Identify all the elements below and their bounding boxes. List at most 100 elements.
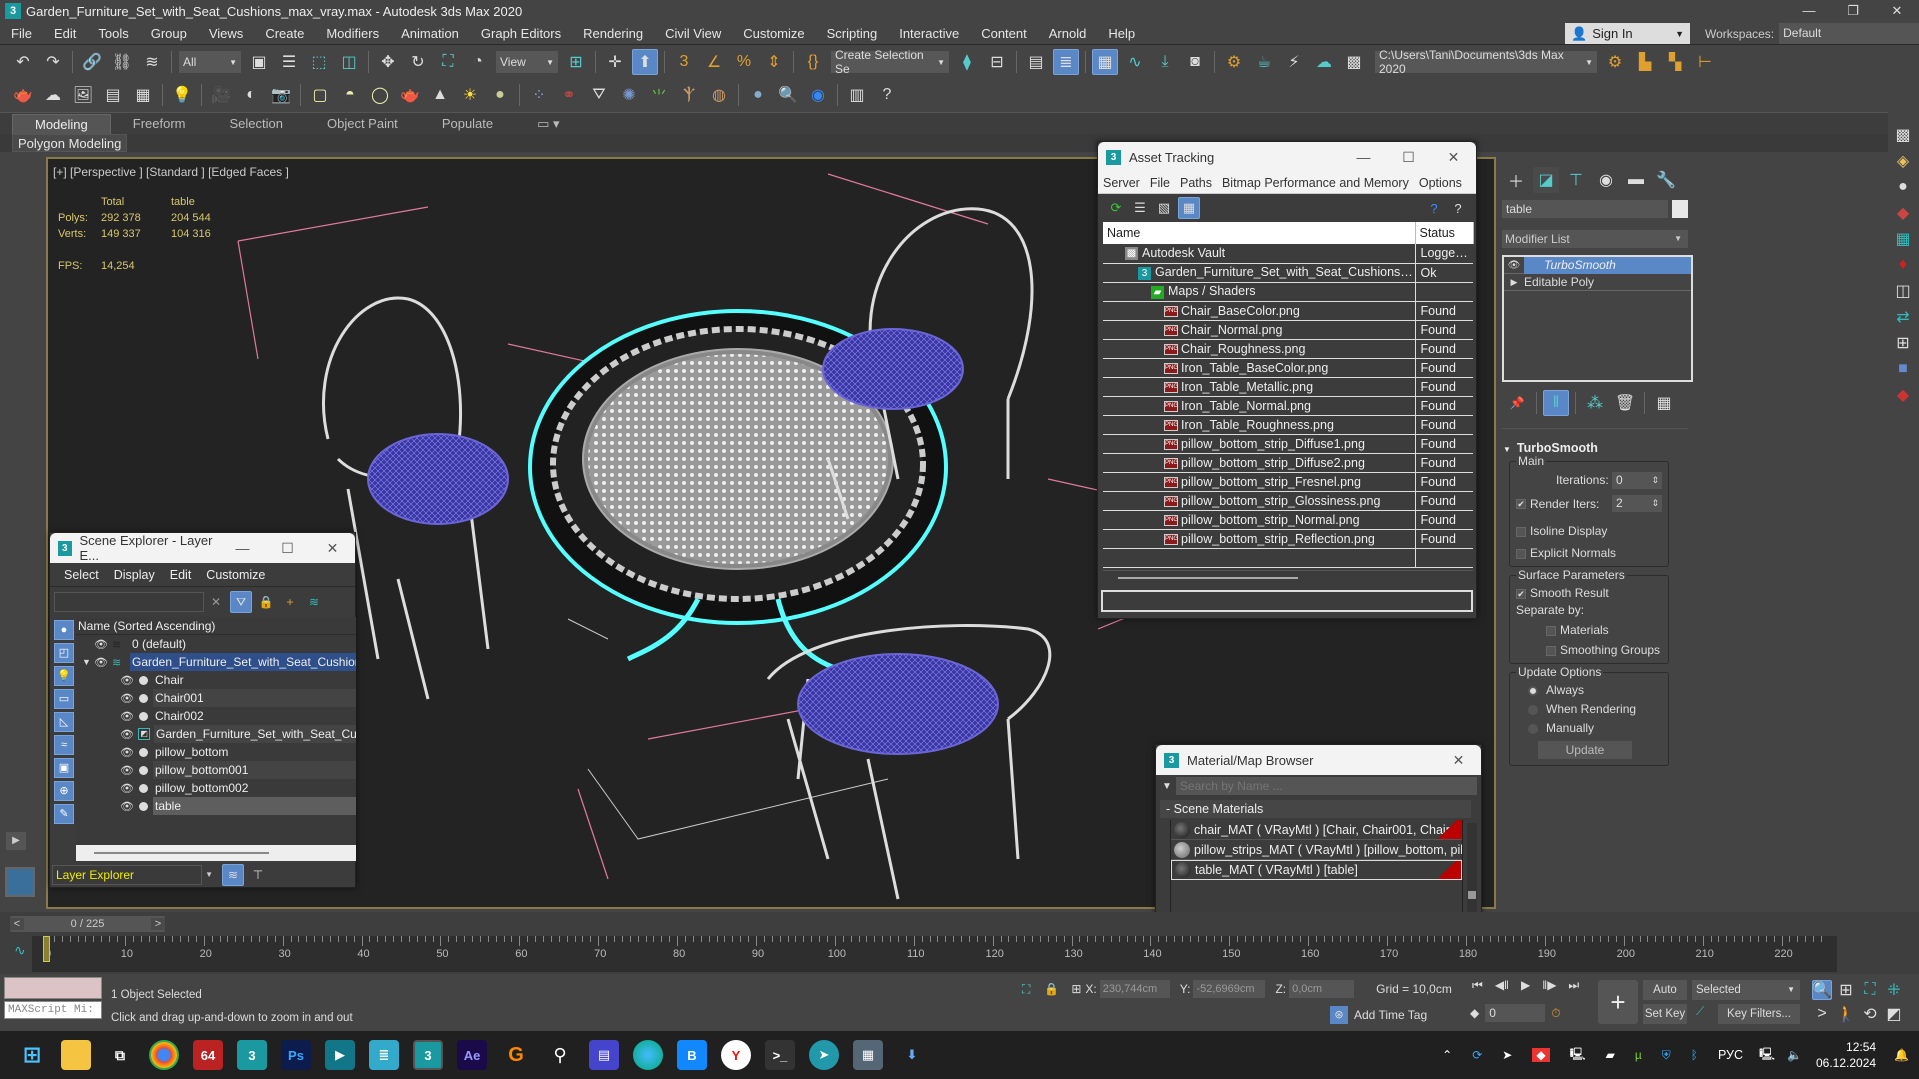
modifier-list-dropdown[interactable]: Modifier List ▼ [1502, 230, 1688, 248]
fur-icon[interactable]: ✺ [616, 82, 642, 108]
select-object-icon[interactable]: ▣ [246, 49, 272, 75]
scene-hscrollbar[interactable] [76, 845, 356, 861]
project-folder-icon[interactable]: ▙ [1632, 49, 1658, 75]
snaps-toggle-icon[interactable]: 3 [671, 49, 697, 75]
scene-tree-row[interactable]: 👁 pillow_bottom002 [76, 779, 356, 797]
rectangular-selection-icon[interactable]: ⬚ [306, 49, 332, 75]
blue-cube-icon[interactable]: ■ [1890, 356, 1916, 382]
asset-row[interactable]: PNG Iron_Table_Metallic.png Found [1103, 377, 1473, 397]
toggle-scene-explorer-icon[interactable]: ▤ [1023, 49, 1049, 75]
column-header-name[interactable]: Name [1103, 222, 1416, 244]
render-iters-spinner[interactable]: 2 [1612, 495, 1662, 512]
render-panel-icon[interactable]: ▤ [100, 82, 126, 108]
project-tree-icon[interactable]: ⊢ [1692, 49, 1718, 75]
visibility-eye-icon[interactable]: 👁 [120, 764, 134, 777]
curve-editor-icon[interactable]: ∿ [1122, 49, 1148, 75]
render-elements-icon[interactable]: ◆ [1890, 200, 1916, 226]
cloud-icon[interactable]: ☁ [40, 82, 66, 108]
viewport-layout-button[interactable] [5, 867, 35, 897]
start-icon[interactable]: ⊞ [17, 1040, 47, 1070]
remove-modifier-icon[interactable]: 🗑 [1612, 390, 1638, 416]
menu-tools[interactable]: Tools [87, 26, 139, 41]
isoline-display-checkbox[interactable] [1516, 526, 1526, 537]
proxy-icon[interactable]: ⁘ [526, 82, 552, 108]
create-tab-icon[interactable]: ＋ [1503, 167, 1529, 193]
plane-icon[interactable]: ⛛ [586, 82, 612, 108]
minimize-button[interactable]: — [1341, 149, 1386, 166]
material-search-input[interactable] [1175, 777, 1477, 795]
scene-menu-display[interactable]: Display [108, 568, 164, 582]
scene-tree-row[interactable]: 👁 Chair [76, 671, 356, 689]
mesh-light-icon[interactable]: ◯ [367, 82, 393, 108]
render-table-icon[interactable]: ▦ [130, 82, 156, 108]
file-explorer-icon[interactable] [61, 1040, 91, 1070]
zoom-extents-all-icon[interactable]: ⁜ [1884, 980, 1904, 1000]
asset-menu-bitmap[interactable]: Bitmap Performance and Memory [1217, 176, 1414, 190]
redo-icon[interactable]: ↷ [40, 49, 66, 75]
menu-civil-view[interactable]: Civil View [654, 26, 732, 41]
visibility-eye-icon[interactable]: 👁 [120, 728, 134, 741]
visibility-eye-icon[interactable]: 👁 [94, 638, 108, 651]
asset-row[interactable]: PNG pillow_bottom_strip_Reflection.png Fou… [1103, 529, 1473, 549]
3ds-max-active-icon[interactable]: 3 [413, 1040, 443, 1070]
ambient-light-icon[interactable]: ● [487, 82, 513, 108]
asset-row[interactable]: PNG Iron_Table_BaseColor.png Found [1103, 358, 1473, 378]
display-icon[interactable]: ▰ [1606, 1048, 1615, 1062]
toggle-layer-explorer-icon[interactable]: ≣ [1053, 49, 1079, 75]
3ds-max-alt-icon[interactable]: ▶ [325, 1040, 355, 1070]
go-to-end-icon[interactable]: ⏭ [1568, 978, 1579, 993]
asset-menu-paths[interactable]: Paths [1175, 176, 1217, 190]
yandex-icon[interactable]: Y [721, 1040, 751, 1070]
scene-menu-select[interactable]: Select [58, 568, 108, 582]
stack-item-editable-poly[interactable]: ▶ Editable Poly [1504, 274, 1691, 291]
rollout-header[interactable]: ▼ TurboSmooth [1503, 441, 1679, 455]
maximize-button[interactable]: ☐ [1386, 149, 1431, 166]
defender-warning-icon[interactable]: ⛨ [1662, 1048, 1671, 1063]
asset-row[interactable]: PNG pillow_bottom_strip_Normal.png Found [1103, 510, 1473, 530]
molecule-icon[interactable]: ⚭ [556, 82, 582, 108]
prev-frame-button[interactable]: < [10, 918, 24, 930]
asset-row[interactable]: PNG Chair_BaseColor.png Found [1103, 301, 1473, 321]
maxscript-listener[interactable] [4, 977, 102, 999]
gem-icon[interactable]: ♦ [1890, 252, 1916, 278]
iterations-spinner[interactable]: 0 [1612, 472, 1662, 489]
named-selection-dropdown[interactable]: Create Selection Se ▼ [831, 48, 949, 76]
plane-light-icon[interactable]: ▢ [307, 82, 333, 108]
checker-map-icon[interactable]: ▩ [1890, 122, 1916, 148]
3ds-max-icon[interactable]: 3 [237, 1040, 267, 1070]
current-frame-field[interactable]: 0 [1485, 1004, 1546, 1022]
visibility-eye-icon[interactable]: 👁 [120, 674, 134, 687]
render-viewport-icon[interactable]: ▩ [1341, 49, 1367, 75]
menu-customize[interactable]: Customize [732, 26, 815, 41]
help-icon[interactable]: ? [874, 82, 900, 108]
field-of-view-icon[interactable]: > [1812, 1004, 1832, 1024]
eye-icon[interactable]: 👁 [1504, 260, 1524, 271]
hierarchy-view-icon[interactable]: ⊤ [247, 864, 269, 886]
sun-icon[interactable]: ☀ [457, 82, 483, 108]
red-object-icon[interactable]: ◆ [1890, 382, 1916, 408]
materials-checkbox[interactable] [1546, 625, 1556, 636]
scene-search-input[interactable] [54, 592, 204, 612]
expand-panel-button[interactable]: ▶ [6, 832, 26, 850]
scene-tree-row[interactable]: 👁 Chair001 [76, 689, 356, 707]
teapot-icon[interactable]: 🫖 [10, 82, 36, 108]
box-grid-icon[interactable]: ◫ [1890, 278, 1916, 304]
material-editor-icon[interactable]: ◙ [1182, 49, 1208, 75]
filter-icon[interactable]: ⛛ [230, 591, 252, 613]
asset-row[interactable]: PNG Iron_Table_Normal.png Found [1103, 396, 1473, 416]
close-button[interactable]: ✕ [1436, 752, 1481, 769]
blue-app-icon[interactable]: B [677, 1040, 707, 1070]
notepad-icon[interactable]: ≣ [369, 1040, 399, 1070]
network-icon[interactable]: 🖳 [1759, 1045, 1775, 1066]
after-effects-icon[interactable]: Ae [457, 1040, 487, 1070]
pivot-center-icon[interactable]: ⊞ [563, 49, 589, 75]
telegram-icon[interactable]: ➤ [809, 1040, 839, 1070]
scene-menu-customize[interactable]: Customize [200, 568, 274, 582]
scene-explorer-titlebar[interactable]: 3 Scene Explorer - Layer E... — ☐ ✕ [50, 533, 355, 563]
track-bar[interactable]: 0102030405060708090100110120130140150160… [32, 936, 1837, 972]
scene-tree-row[interactable]: 👁 ◩ Garden_Furniture_Set_with_Seat_Cushion… [76, 725, 356, 743]
update-always-radio[interactable] [1528, 685, 1538, 696]
material-lib-icon[interactable]: 🔍 [775, 82, 801, 108]
bluetooth-icon[interactable]: ᛒ [1691, 1048, 1698, 1062]
configure-modifier-sets-icon[interactable]: ▦ [1651, 390, 1677, 416]
